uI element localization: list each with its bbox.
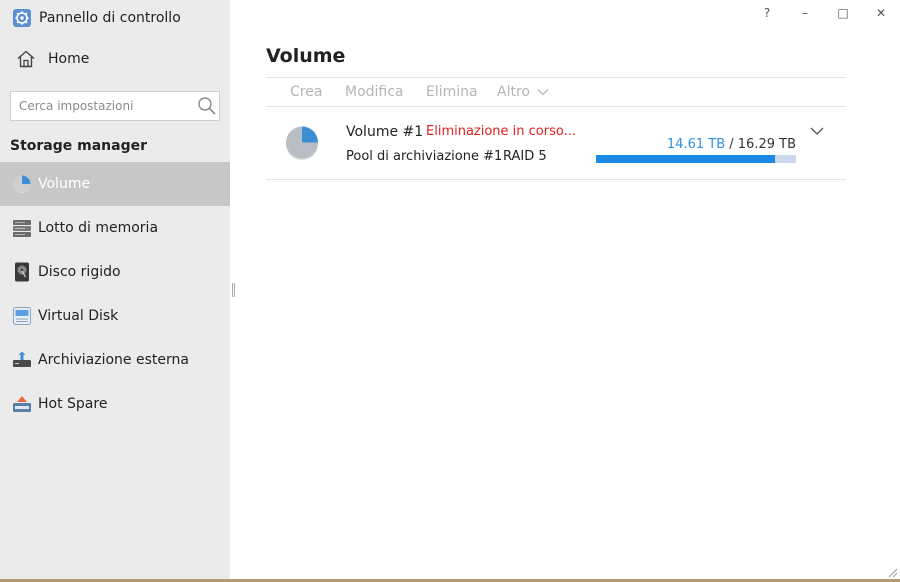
control-panel-icon [13, 9, 31, 27]
storage-pool-icon [13, 220, 31, 237]
hot-spare-icon [13, 396, 31, 412]
sidebar-item-hard-disk[interactable]: Disco rigido [0, 250, 230, 294]
minimize-button[interactable]: – [793, 4, 817, 22]
page-title: Volume [266, 45, 346, 67]
more-dropdown[interactable]: Altro [497, 83, 549, 101]
volume-raid-level: RAID 5 [503, 149, 547, 164]
create-button[interactable]: Crea [290, 83, 322, 101]
divider [266, 179, 846, 180]
search-icon[interactable] [197, 96, 217, 116]
search-box [10, 91, 220, 121]
maximize-button[interactable]: □ [831, 4, 855, 22]
sidebar-item-volume[interactable]: Volume [0, 162, 230, 206]
more-label: Altro [497, 84, 530, 100]
close-button[interactable]: ✕ [869, 4, 893, 22]
home-link[interactable]: Home [16, 48, 89, 70]
usage-bar-fill [596, 155, 776, 163]
sidebar-item-label: Virtual Disk [38, 308, 119, 324]
sidebar-item-hot-spare[interactable]: Hot Spare [0, 382, 230, 426]
sidebar-item-label: Volume [38, 176, 91, 192]
search-input[interactable] [19, 92, 194, 120]
sidebar-resize-handle[interactable] [232, 283, 235, 297]
volume-name: Volume #1 [346, 124, 424, 140]
sidebar-item-virtual-disk[interactable]: Virtual Disk [0, 294, 230, 338]
virtual-disk-icon [13, 307, 31, 325]
sidebar-item-label: Archiviazione esterna [38, 352, 189, 368]
app-title-text: Pannello di controllo [39, 10, 181, 26]
volume-pie-icon [13, 175, 31, 193]
home-icon [17, 50, 35, 68]
usage-used: 14.61 TB [666, 137, 726, 152]
help-button[interactable]: ? [755, 4, 779, 22]
sidebar-item-label: Lotto di memoria [38, 220, 159, 236]
usage-bar [596, 155, 796, 163]
sidebar: Pannello di controllo Home Storage manag… [0, 0, 230, 582]
usage-total: 16.29 TB [737, 137, 796, 152]
hard-disk-icon [15, 262, 29, 282]
divider [266, 77, 846, 78]
app-title: Pannello di controllo [12, 8, 181, 28]
volume-status: Eliminazione in corso... [426, 124, 577, 139]
sidebar-item-external-storage[interactable]: Archiviazione esterna [0, 338, 230, 382]
delete-button[interactable]: Elimina [426, 83, 478, 101]
external-storage-icon [13, 351, 31, 367]
home-label: Home [48, 51, 90, 67]
expand-chevron-icon[interactable] [810, 126, 824, 136]
edit-button[interactable]: Modifica [345, 83, 404, 101]
divider [266, 106, 846, 107]
sidebar-item-storage-pool[interactable]: Lotto di memoria [0, 206, 230, 250]
sidebar-item-label: Disco rigido [38, 264, 121, 280]
volume-pie-icon [286, 126, 318, 160]
volume-pool: Pool di archiviazione #1 [346, 149, 503, 164]
chevron-down-icon [537, 89, 549, 96]
usage-separator: / [725, 137, 738, 152]
resize-grip-icon[interactable] [886, 566, 898, 578]
sidebar-item-label: Hot Spare [38, 396, 108, 412]
section-title: Storage manager [10, 138, 148, 154]
usage-text: 14.61 TB / 16.29 TB [667, 137, 796, 152]
